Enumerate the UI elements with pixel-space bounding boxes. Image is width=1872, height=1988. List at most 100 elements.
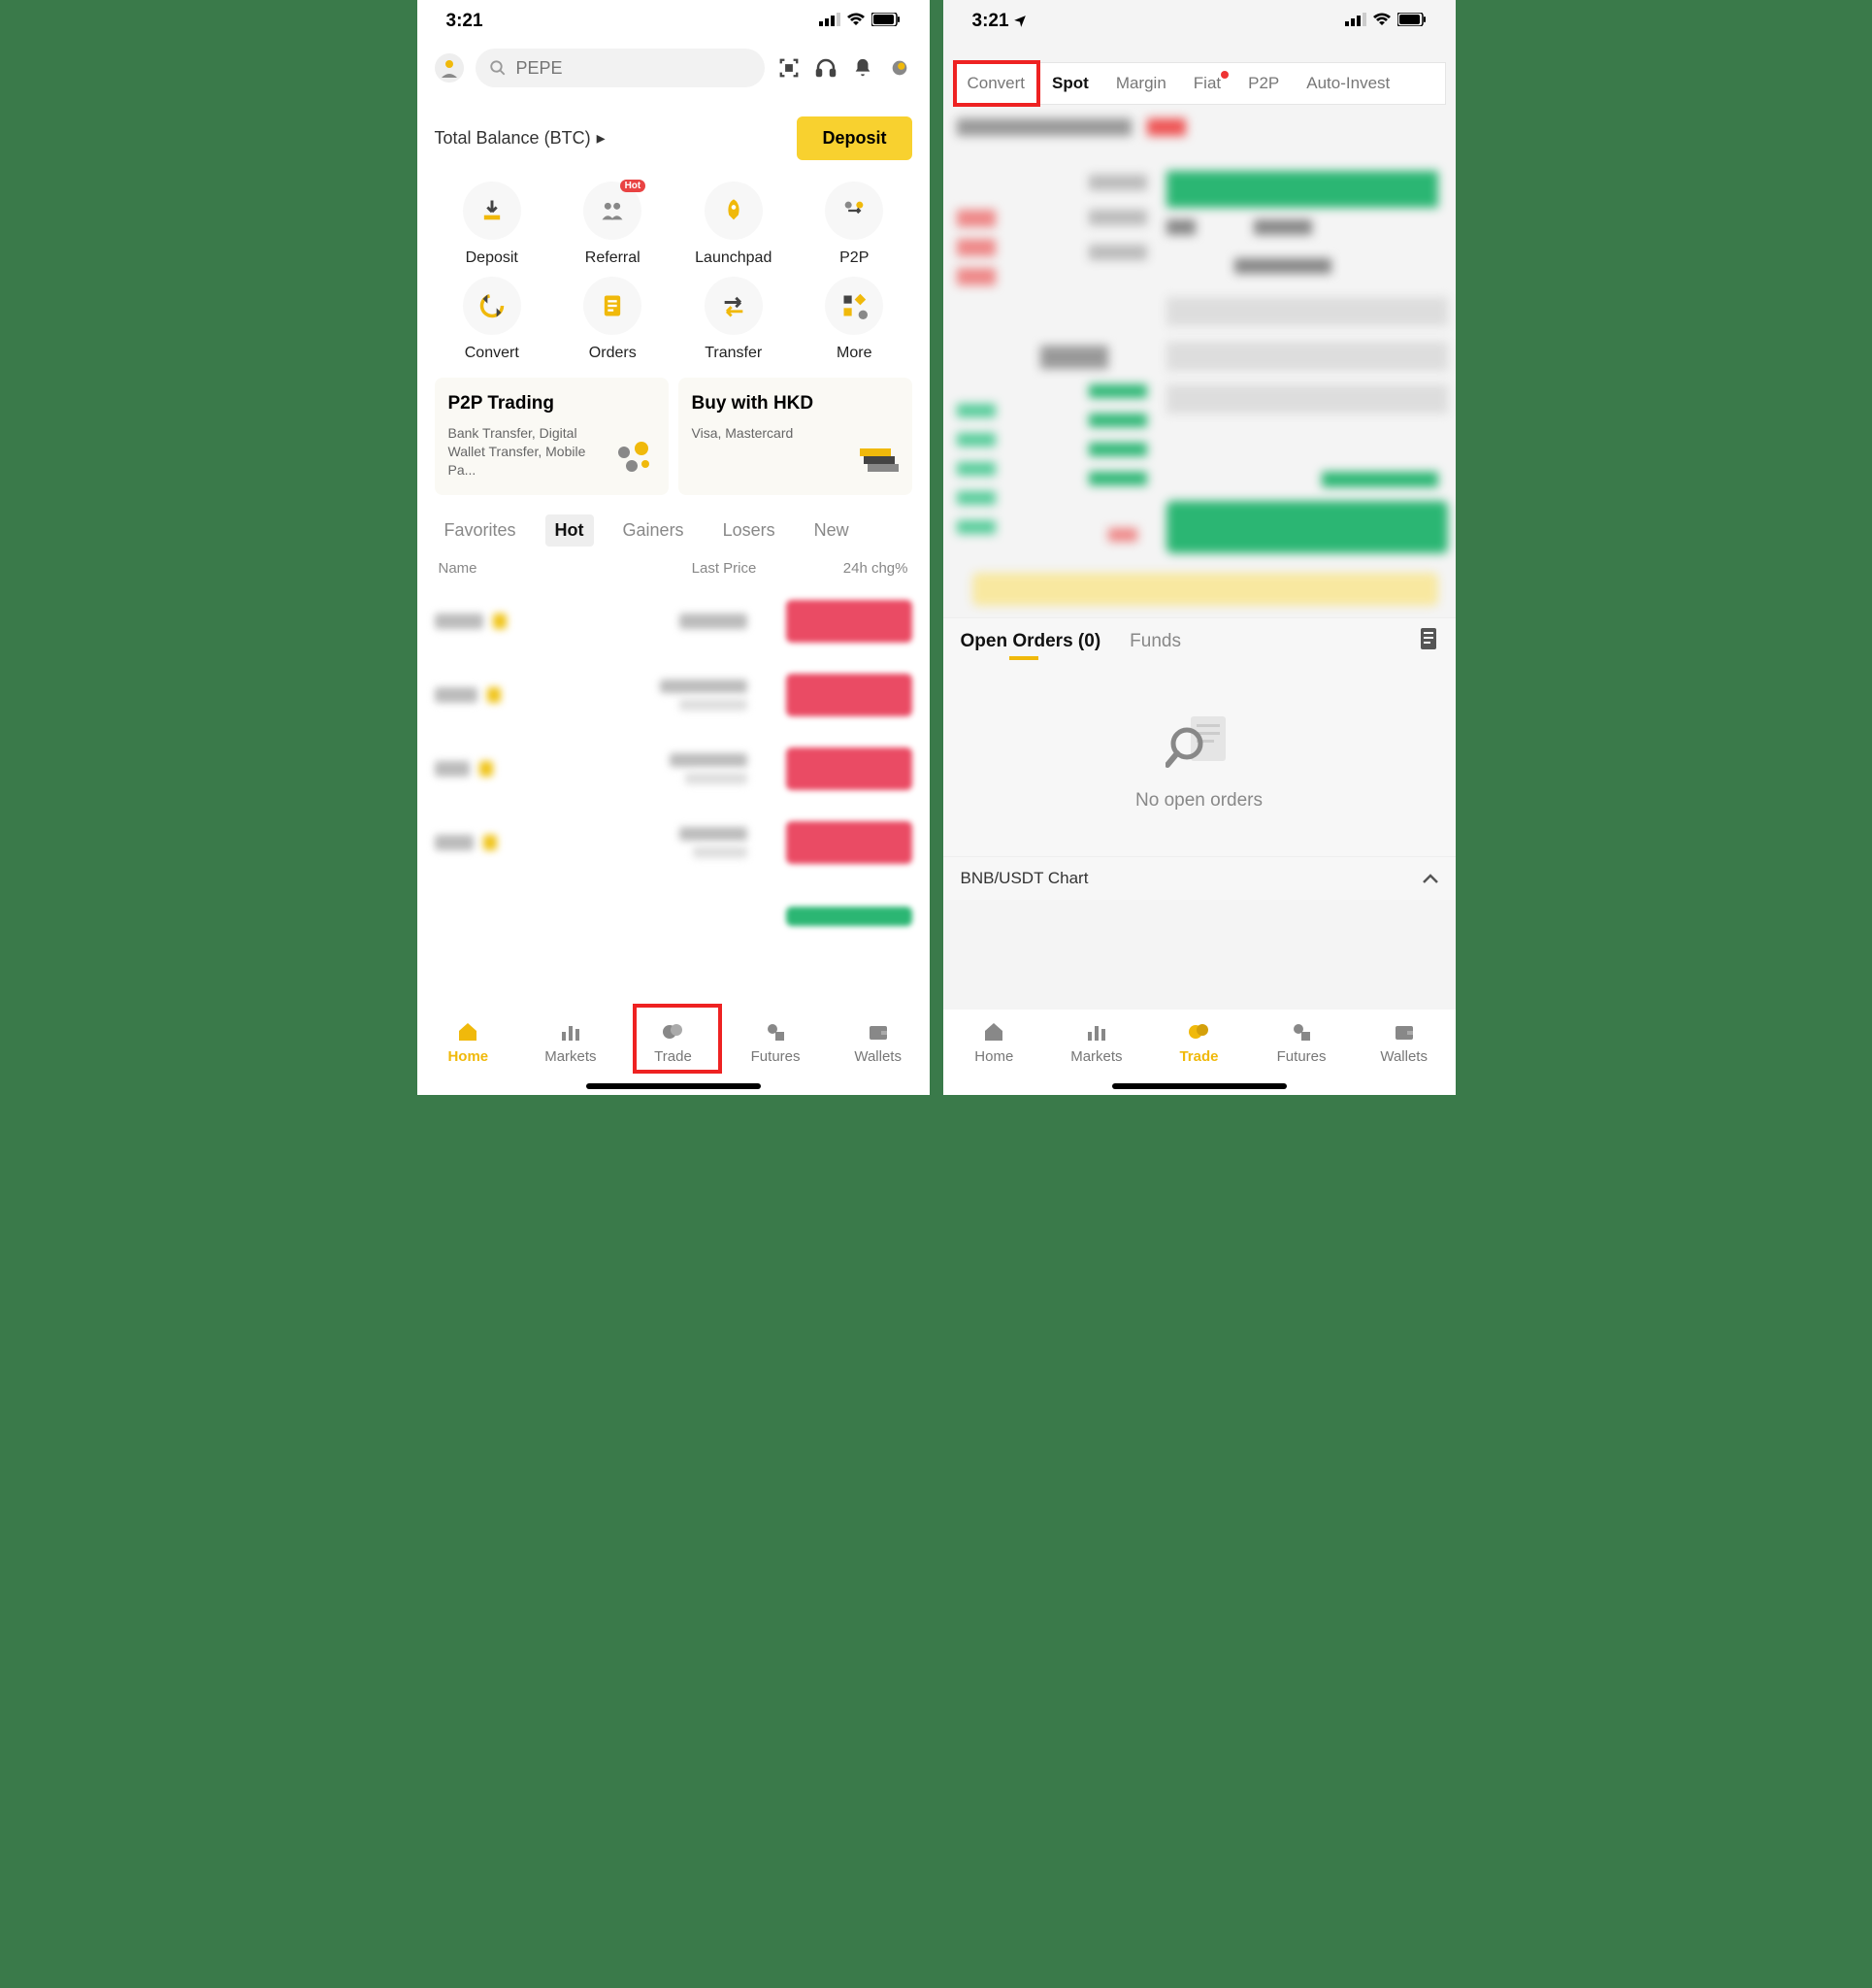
- nav-markets[interactable]: Markets: [528, 1019, 613, 1065]
- balance-row: Total Balance (BTC) ▸ Deposit: [417, 97, 930, 172]
- chart-toggle[interactable]: BNB/USDT Chart: [943, 856, 1456, 900]
- funds-tab[interactable]: Funds: [1130, 631, 1181, 652]
- home-screen: 3:21: [417, 0, 930, 1095]
- markets-icon: [1084, 1019, 1109, 1044]
- quick-more[interactable]: More: [797, 277, 912, 362]
- quick-referral[interactable]: HotReferral: [555, 182, 671, 267]
- home-indicator: [586, 1083, 761, 1089]
- chevron-right-icon: ▸: [597, 128, 606, 149]
- market-tabs: Favorites Hot Gainers Losers New: [417, 509, 930, 552]
- futures-icon: [1289, 1019, 1314, 1044]
- home-icon: [981, 1019, 1006, 1044]
- nav-wallets[interactable]: Wallets: [836, 1019, 921, 1065]
- trade-tab-spot[interactable]: Spot: [1038, 63, 1102, 104]
- nav-markets[interactable]: Markets: [1054, 1019, 1139, 1065]
- quick-download[interactable]: Deposit: [435, 182, 550, 267]
- transfer-icon: [705, 277, 763, 335]
- wifi-icon: [1372, 13, 1392, 31]
- orderbook-area: [943, 113, 1456, 617]
- location-icon: [1013, 15, 1027, 28]
- quick-p2p[interactable]: P2P: [797, 182, 912, 267]
- trade-icon: [1186, 1019, 1211, 1044]
- nav-trade[interactable]: Trade: [1156, 1019, 1241, 1065]
- trade-tabs: ConvertSpotMarginFiatP2PAuto-Invest: [953, 62, 1446, 105]
- p2p-icon: [825, 182, 883, 240]
- futures-icon: [763, 1019, 788, 1044]
- nav-wallets[interactable]: Wallets: [1362, 1019, 1447, 1065]
- bottom-nav: Home Markets Trade Futures Wallets: [943, 1010, 1456, 1095]
- wallets-icon: [866, 1019, 891, 1044]
- market-row[interactable]: [435, 879, 912, 953]
- quick-rocket[interactable]: Launchpad: [676, 182, 792, 267]
- quick-convert[interactable]: Convert: [435, 277, 550, 362]
- status-time: 3:21: [972, 11, 1027, 32]
- market-row[interactable]: [435, 658, 912, 732]
- convert-icon: [463, 277, 521, 335]
- market-table-header: Name Last Price 24h chg%: [417, 552, 930, 584]
- orders-icon: [583, 277, 641, 335]
- market-rows: [417, 584, 930, 953]
- chevron-up-icon: [1423, 869, 1438, 888]
- status-bar: 3:21: [417, 0, 930, 43]
- balance-label[interactable]: Total Balance (BTC) ▸: [435, 128, 606, 149]
- empty-text: No open orders: [1135, 790, 1263, 812]
- trade-tab-fiat[interactable]: Fiat: [1180, 63, 1234, 104]
- more-icon: [825, 277, 883, 335]
- promo-card-1[interactable]: Buy with HKDVisa, Mastercard: [678, 378, 912, 495]
- market-row[interactable]: [435, 584, 912, 658]
- empty-orders: No open orders: [943, 664, 1456, 856]
- battery-icon: [1397, 13, 1427, 31]
- nav-futures[interactable]: Futures: [1259, 1019, 1344, 1065]
- nav-home[interactable]: Home: [425, 1019, 510, 1065]
- signal-icon: [819, 13, 840, 31]
- scan-icon[interactable]: [776, 55, 802, 81]
- trade-tab-convert[interactable]: Convert: [954, 63, 1039, 104]
- market-tab-losers[interactable]: Losers: [713, 514, 785, 547]
- avatar-icon[interactable]: [435, 53, 464, 83]
- trade-tab-margin[interactable]: Margin: [1102, 63, 1180, 104]
- status-bar: 3:21: [943, 0, 1456, 43]
- magnifier-icon: [1166, 709, 1233, 773]
- orders-tabs: Open Orders (0) Funds: [943, 617, 1456, 664]
- trade-icon: [660, 1019, 685, 1044]
- quick-transfer[interactable]: Transfer: [676, 277, 792, 362]
- bottom-nav: Home Markets Trade Futures Wallets: [417, 1010, 930, 1095]
- trade-tab-auto-invest[interactable]: Auto-Invest: [1293, 63, 1403, 104]
- hot-badge: Hot: [620, 180, 646, 192]
- status-time: 3:21: [446, 11, 483, 32]
- market-tab-new[interactable]: New: [805, 514, 859, 547]
- wifi-icon: [846, 13, 866, 31]
- search-icon: [489, 58, 507, 78]
- markets-icon: [558, 1019, 583, 1044]
- market-row[interactable]: [435, 732, 912, 806]
- wallets-icon: [1392, 1019, 1417, 1044]
- search-input[interactable]: [476, 49, 765, 87]
- nav-home[interactable]: Home: [951, 1019, 1036, 1065]
- home-icon: [455, 1019, 480, 1044]
- trade-tab-p2p[interactable]: P2P: [1234, 63, 1293, 104]
- promo-card-0[interactable]: P2P TradingBank Transfer, Digital Wallet…: [435, 378, 669, 495]
- market-row[interactable]: [435, 806, 912, 879]
- nav-trade[interactable]: Trade: [630, 1019, 715, 1065]
- battery-icon: [871, 13, 901, 31]
- referral-icon: Hot: [583, 182, 641, 240]
- nav-futures[interactable]: Futures: [733, 1019, 818, 1065]
- promo-icon: [610, 435, 655, 480]
- quick-actions: DepositHotReferralLaunchpadP2P ConvertOrd…: [417, 172, 930, 378]
- market-tab-favorites[interactable]: Favorites: [435, 514, 526, 547]
- document-icon[interactable]: [1419, 628, 1438, 654]
- trade-screen: 3:21 ConvertSpotMarginFiatP2PAuto-Invest: [943, 0, 1456, 1095]
- market-tab-gainers[interactable]: Gainers: [613, 514, 694, 547]
- quick-orders[interactable]: Orders: [555, 277, 671, 362]
- headset-icon[interactable]: [813, 55, 838, 81]
- market-tab-hot[interactable]: Hot: [545, 514, 594, 547]
- signal-icon: [1345, 13, 1366, 31]
- top-header: [417, 43, 930, 97]
- coin-icon[interactable]: [887, 55, 912, 81]
- rocket-icon: [705, 182, 763, 240]
- promo-row: P2P TradingBank Transfer, Digital Wallet…: [417, 378, 930, 509]
- download-icon: [463, 182, 521, 240]
- open-orders-tab[interactable]: Open Orders (0): [961, 631, 1101, 652]
- deposit-button[interactable]: Deposit: [797, 116, 911, 160]
- bell-icon[interactable]: [850, 55, 875, 81]
